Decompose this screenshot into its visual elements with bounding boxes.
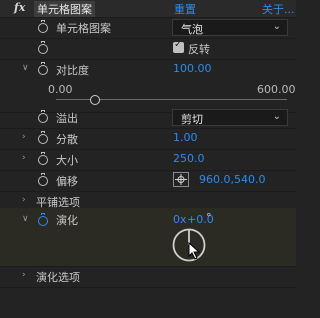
offset-row: 偏移 960.0,540.0 [0,170,296,192]
overflow-label: 溢出 [56,112,78,125]
stopwatch-icon[interactable] [38,152,48,165]
size-label: 大小 [56,154,78,167]
mouse-pointer-icon [188,242,201,260]
dropdown-arrow-icon: ⌄ [272,111,281,122]
fx-icon[interactable]: fx [14,1,25,14]
size-value[interactable]: 250.0 [173,152,205,165]
stopwatch-icon[interactable] [38,62,48,75]
pattern-dropdown[interactable]: 气泡 ⌄ [172,19,288,36]
disperse-row: › 分散 1.00 [0,128,296,150]
size-row: › 大小 250.0 [0,149,296,171]
pattern-label: 单元格图案 [56,22,111,35]
overflow-dropdown[interactable]: 剪切 ⌄ [172,109,288,126]
slider-max-label: 600.00 [257,83,296,96]
reset-link[interactable]: 重置 [174,1,196,17]
evolution-row: ∨ 演化 0x +0.0 ° [0,208,296,267]
chevron-right-icon[interactable]: › [22,153,26,163]
chevron-down-icon[interactable]: ∨ [22,63,29,73]
stopwatch-icon[interactable] [38,131,48,144]
evolution-options-row: › 演化选项 [0,266,296,288]
pattern-row: 单元格图案 气泡 ⌄ [0,17,296,39]
chevron-right-icon[interactable]: › [22,132,26,142]
evolution-revolutions[interactable]: 0x [173,213,187,226]
contrast-label: 对比度 [56,64,89,77]
stopwatch-icon[interactable] [38,41,48,54]
slider-min-label: 0.00 [48,83,73,96]
effect-name[interactable]: 单元格图案 [34,1,95,17]
invert-checkbox[interactable] [173,39,184,53]
contrast-slider-thumb[interactable] [89,95,100,105]
chevron-down-icon[interactable]: ∨ [22,214,29,224]
about-link[interactable]: 关于... [262,1,295,17]
offset-value[interactable]: 960.0,540.0 [199,173,265,186]
contrast-value[interactable]: 100.00 [173,62,212,75]
crosshair-icon[interactable] [173,172,189,187]
disperse-label: 分散 [56,133,78,146]
pattern-value: 气泡 [181,23,203,36]
stopwatch-icon[interactable] [38,20,48,33]
stopwatch-icon[interactable] [38,213,48,226]
offset-label: 偏移 [56,175,78,188]
invert-row: 反转 [0,38,296,60]
evolution-options-label[interactable]: 演化选项 [36,269,80,285]
dropdown-arrow-icon: ⌄ [272,21,281,32]
invert-label: 反转 [188,43,210,56]
chevron-right-icon[interactable]: › [22,195,26,205]
contrast-row: ∨ 对比度 100.00 [0,59,296,80]
effect-header: fx 单元格图案 重置 关于... [0,0,296,18]
evolution-label: 演化 [56,214,78,227]
degree-symbol: ° [206,211,212,224]
disperse-value[interactable]: 1.00 [173,131,198,144]
chevron-right-icon[interactable]: › [22,270,26,280]
stopwatch-icon[interactable] [38,110,48,123]
stopwatch-icon[interactable] [38,173,48,186]
overflow-value: 剪切 [181,113,203,126]
overflow-row: 溢出 剪切 ⌄ [0,107,296,129]
